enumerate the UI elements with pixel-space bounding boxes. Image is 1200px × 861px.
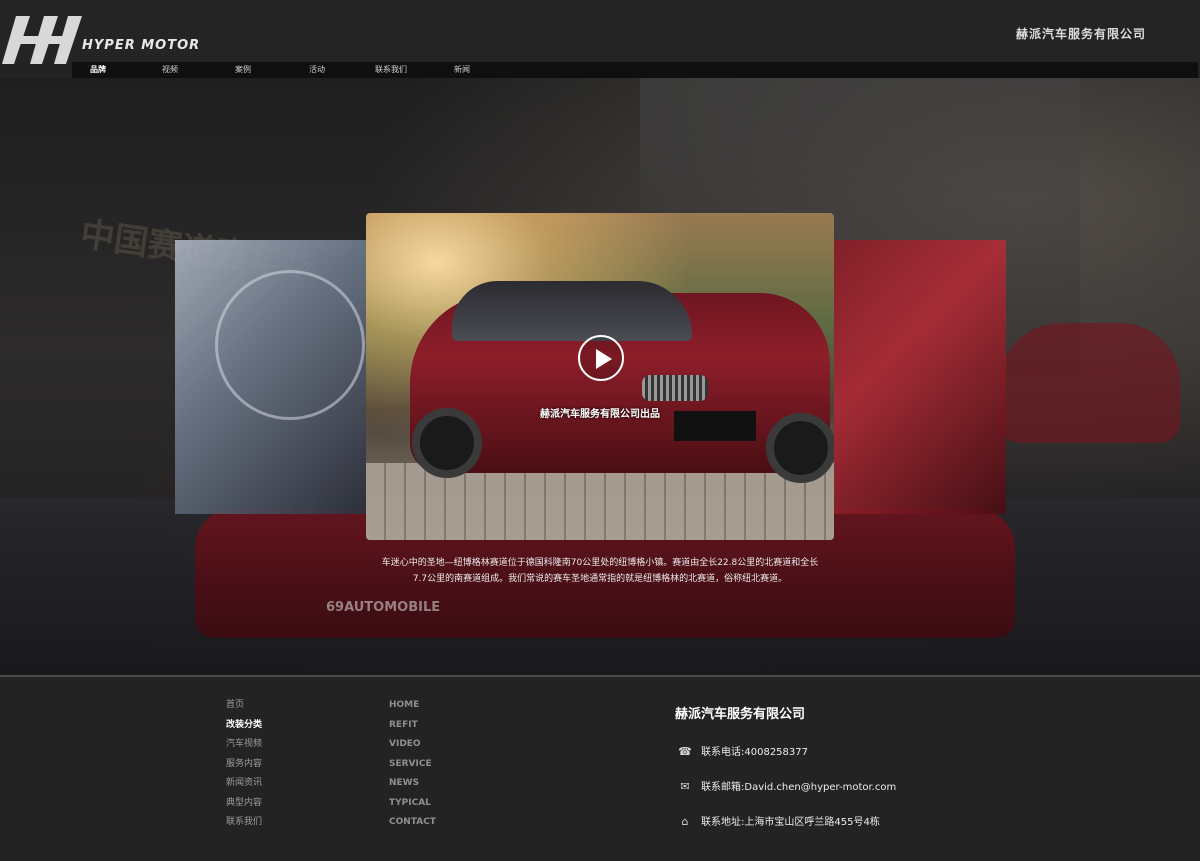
car-grille-graphic [642, 375, 708, 401]
home-icon: ⌂ [681, 815, 689, 828]
car-wheel-graphic [766, 413, 834, 483]
footer-link-news-en[interactable]: NEWS [389, 777, 436, 797]
footer-link-typical[interactable]: 典型内容 [226, 797, 262, 817]
footer-link-service-en[interactable]: SERVICE [389, 758, 436, 778]
footer-email: ✉ 联系邮箱:David.chen@hyper-motor.com [678, 778, 896, 793]
footer-links-en: HOME REFIT VIDEO SERVICE NEWS TYPICAL CO… [389, 699, 436, 836]
carousel-slide-active[interactable]: 赫派汽车服务有限公司出品 [366, 213, 834, 540]
slide-caption: 赫派汽车服务有限公司出品 [540, 409, 660, 420]
footer-link-service[interactable]: 服务内容 [226, 758, 262, 778]
mail-icon: ✉ [680, 780, 690, 793]
hero-description-line: 7.7公里的南赛道组成。我们常说的赛车圣地通常指的就是纽博格林的北赛道，俗称纽北… [412, 574, 788, 584]
logo-icon[interactable] [2, 14, 82, 68]
background-red-car-right [1000, 323, 1180, 443]
footer-links-cn: 首页 改装分类 汽车视频 服务内容 新闻资讯 典型内容 联系我们 [226, 699, 262, 836]
header-company-name: 赫派汽车服务有限公司 [1015, 27, 1146, 41]
site-footer: 首页 改装分类 汽车视频 服务内容 新闻资讯 典型内容 联系我们 HOME RE… [0, 675, 1200, 861]
carousel-slide-next[interactable] [826, 240, 1006, 514]
footer-company-name: 赫派汽车服务有限公司 [675, 707, 806, 722]
nav-item-video[interactable]: 视频 [162, 64, 178, 75]
speedometer-graphic [215, 270, 365, 420]
footer-address-text: 联系地址:上海市宝山区呼兰路455号4栋 [701, 817, 880, 828]
play-triangle [596, 349, 612, 369]
logo-text[interactable]: Hyper Motor [82, 38, 200, 53]
site-header: Hyper Motor 赫派汽车服务有限公司 [0, 0, 1200, 64]
footer-link-contact-en[interactable]: CONTACT [389, 816, 436, 836]
hero-description: 车迷心中的圣地—纽博格林赛道位于德国科隆南70公里处的纽博格小镇。赛道由全长22… [360, 555, 840, 587]
footer-phone-text: 联系电话:4008258377 [701, 747, 808, 758]
footer-link-typical-en[interactable]: TYPICAL [389, 797, 436, 817]
nav-item-events[interactable]: 活动 [309, 64, 325, 75]
play-icon[interactable] [578, 335, 624, 381]
main-nav: 品牌 视频 案例 活动 联系我们 新闻 [72, 62, 1198, 78]
phone-icon: ☎ [678, 745, 692, 758]
footer-link-news[interactable]: 新闻资讯 [226, 777, 262, 797]
nav-item-brand[interactable]: 品牌 [90, 64, 106, 75]
footer-phone: ☎ 联系电话:4008258377 [678, 743, 808, 758]
footer-link-refit[interactable]: 改装分类 [226, 719, 262, 739]
car-window-graphic [452, 281, 692, 341]
hero-banner: 中国赛道嘉年华 69AUTOMOBILE 赫派汽车服务有限公司出品 车迷心中的圣… [0, 78, 1200, 675]
footer-link-refit-en[interactable]: REFIT [389, 719, 436, 739]
footer-link-video[interactable]: 汽车视频 [226, 738, 262, 758]
footer-link-home[interactable]: 首页 [226, 699, 262, 719]
footer-link-contact[interactable]: 联系我们 [226, 816, 262, 836]
hero-description-line: 车迷心中的圣地—纽博格林赛道位于德国科隆南70公里处的纽博格小镇。赛道由全长22… [381, 558, 819, 568]
nav-item-news[interactable]: 新闻 [454, 64, 470, 75]
footer-address: ⌂ 联系地址:上海市宝山区呼兰路455号4栋 [678, 813, 880, 828]
footer-link-home-en[interactable]: HOME [389, 699, 436, 719]
footer-email-text[interactable]: 联系邮箱:David.chen@hyper-motor.com [701, 782, 896, 793]
carousel-slide-prev[interactable] [175, 240, 375, 514]
nav-item-cases[interactable]: 案例 [235, 64, 251, 75]
footer-link-video-en[interactable]: VIDEO [389, 738, 436, 758]
nav-item-contact[interactable]: 联系我们 [375, 64, 407, 75]
background-brand-text: 69AUTOMOBILE [326, 600, 441, 615]
